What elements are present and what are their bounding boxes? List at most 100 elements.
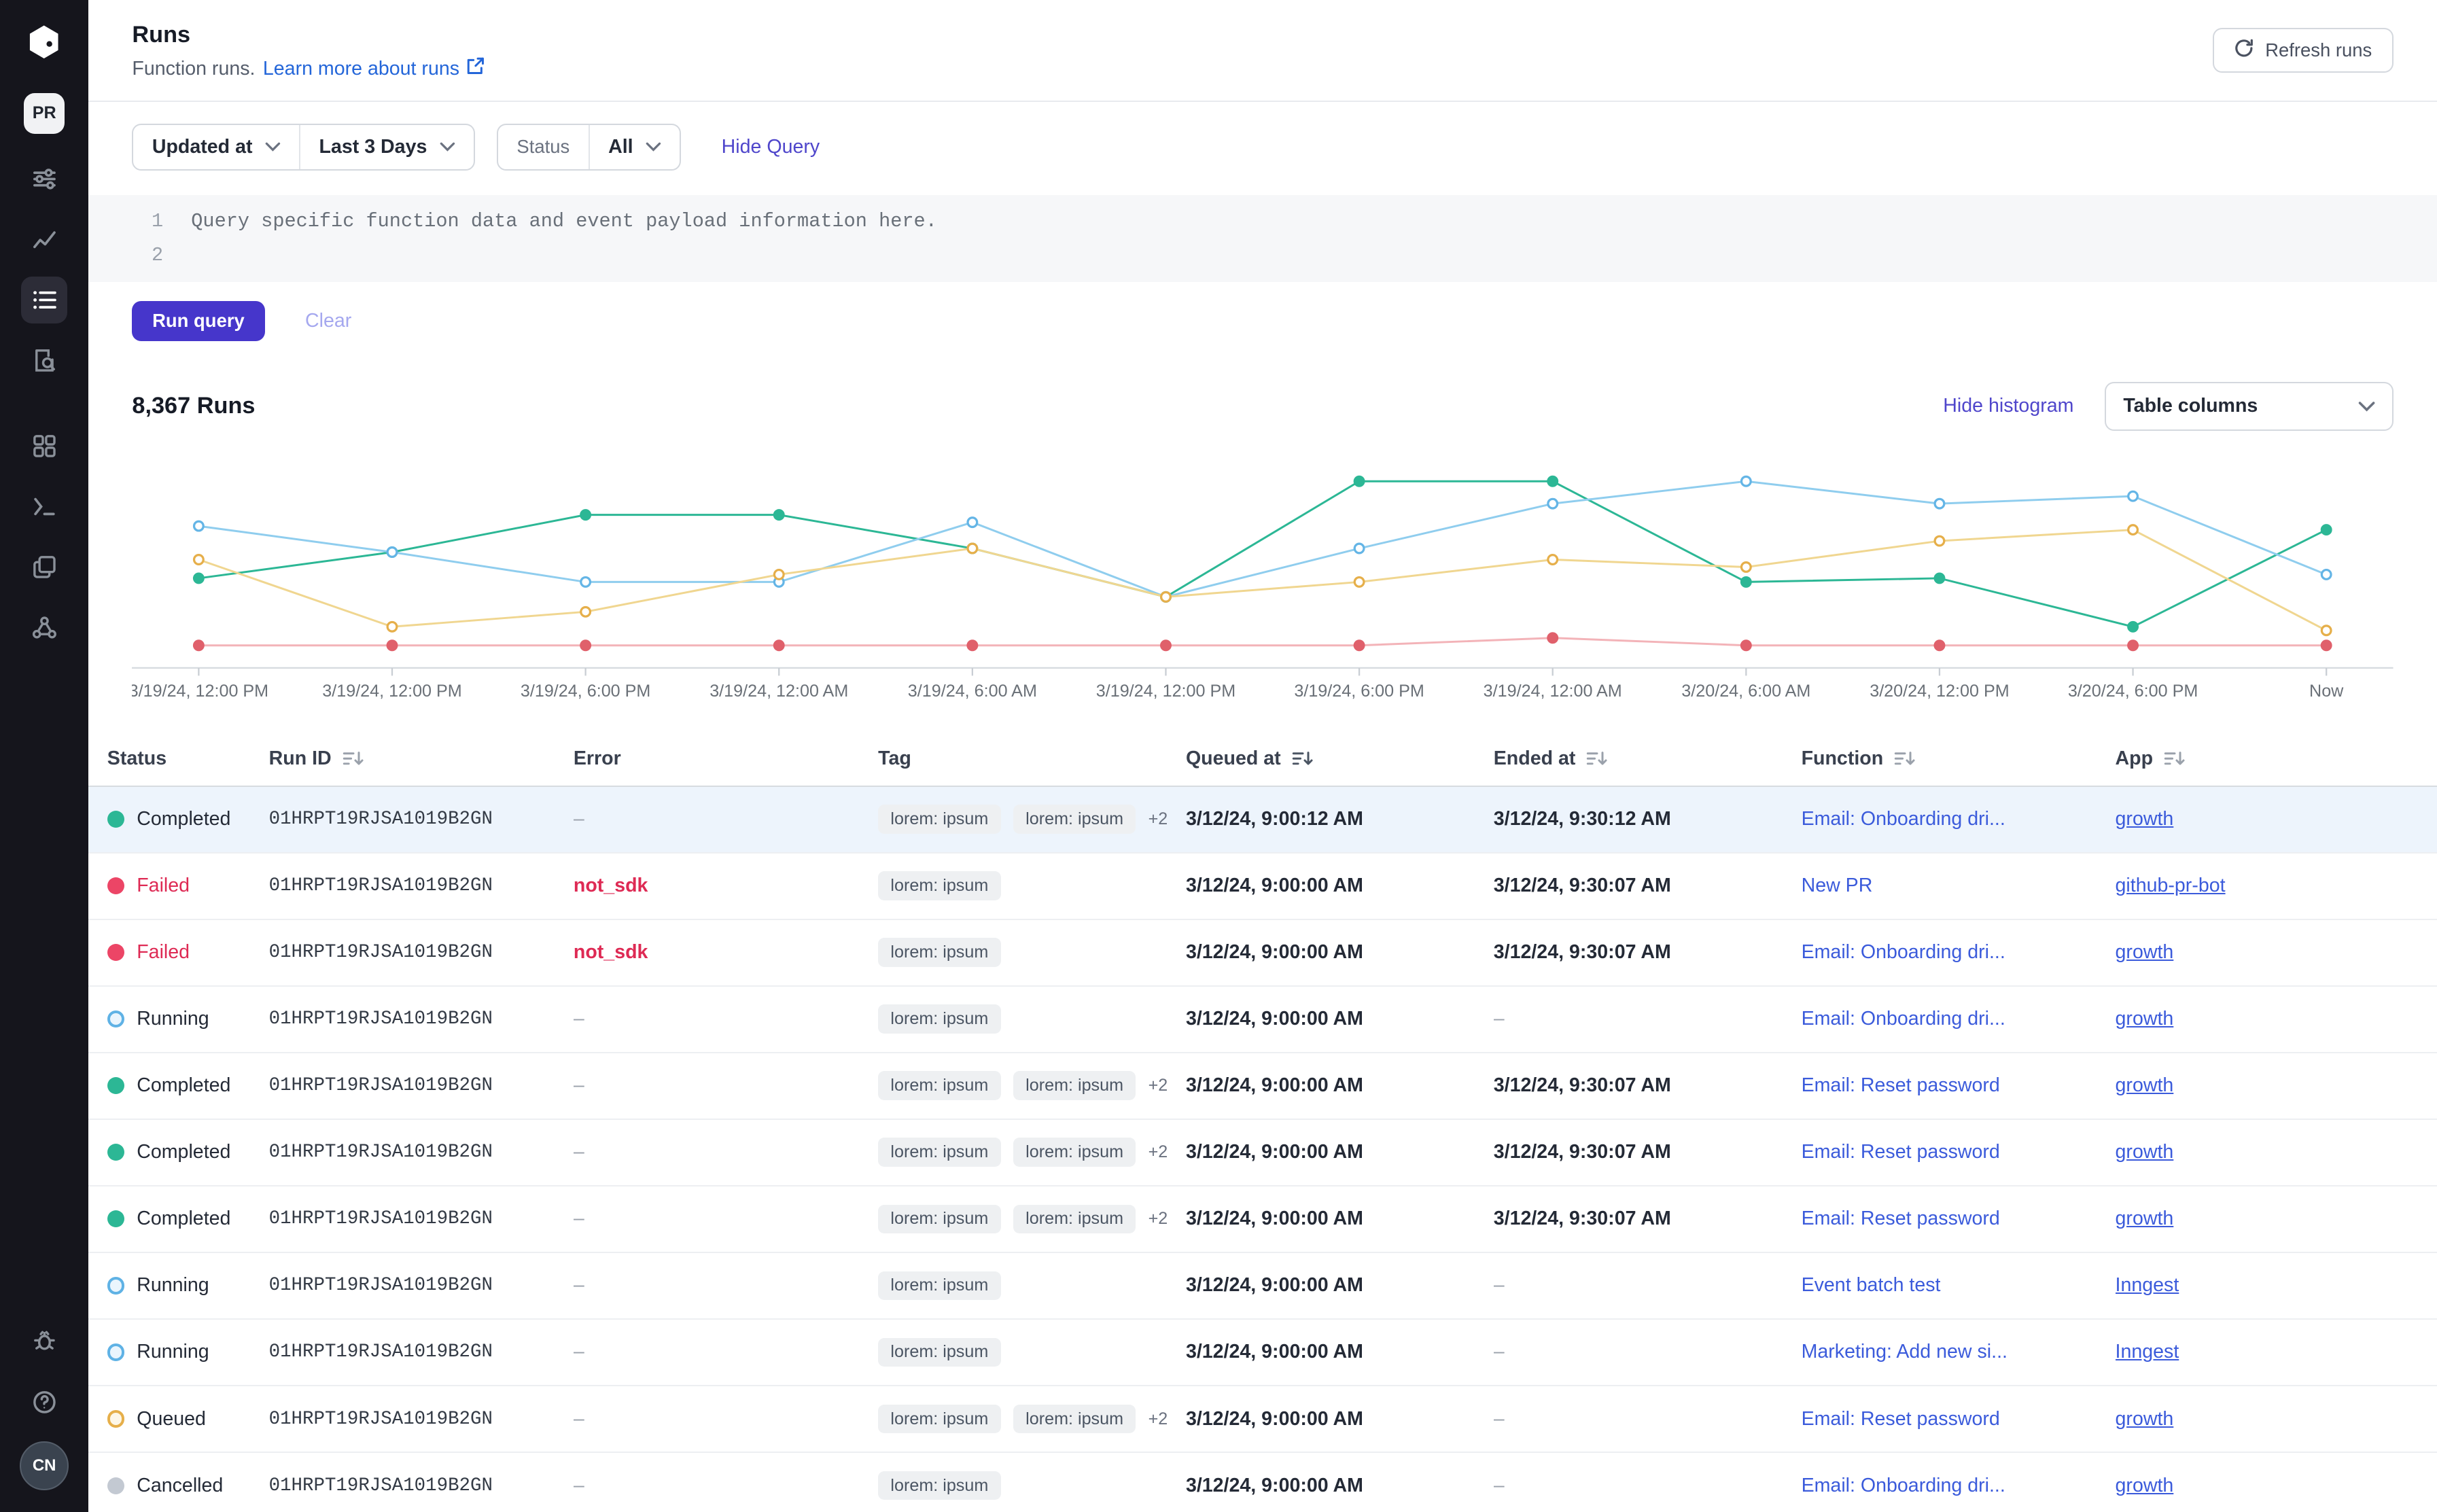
app-link[interactable]: github-pr-bot — [2116, 875, 2226, 897]
user-avatar[interactable]: CN — [20, 1441, 69, 1491]
table-header-row: StatusRun IDErrorTagQueued atEnded atFun… — [88, 733, 2437, 787]
app-link[interactable]: growth — [2116, 1408, 2174, 1430]
workspace-badge[interactable]: PR — [24, 93, 64, 133]
learn-more-label: Learn more about runs — [263, 58, 459, 80]
tag-pill: lorem: ipsum — [878, 938, 1000, 967]
bug-report-icon[interactable] — [21, 1317, 68, 1364]
query-editor[interactable]: 1 Query specific function data and event… — [88, 195, 2437, 282]
function-link[interactable]: Email: Onboarding dri... — [1802, 1475, 2005, 1497]
svg-text:3/20/24, 6:00 AM: 3/20/24, 6:00 AM — [1682, 682, 1811, 701]
app-cell: growth — [2116, 1408, 2437, 1430]
app-link[interactable]: growth — [2116, 1141, 2174, 1163]
sidebar-item-deploys[interactable] — [21, 544, 68, 591]
timerange-dropdown[interactable]: Last 3 Days — [299, 125, 474, 169]
status-dot-icon — [107, 1410, 124, 1427]
function-link[interactable]: Email: Reset password — [1802, 1141, 2000, 1163]
runs-table: StatusRun IDErrorTagQueued atEnded atFun… — [88, 733, 2437, 1512]
app-link[interactable]: growth — [2116, 808, 2174, 830]
inngest-logo-icon[interactable] — [21, 18, 68, 65]
error-cell: – — [574, 1008, 878, 1030]
function-link[interactable]: Event batch test — [1802, 1274, 1941, 1297]
table-row[interactable]: Completed01HRPT19RJSA1019B2GN–lorem: ips… — [88, 1053, 2437, 1120]
sidebar-item-runs[interactable] — [21, 277, 68, 323]
app-link[interactable]: growth — [2116, 1208, 2174, 1230]
help-icon[interactable] — [21, 1379, 68, 1426]
table-row[interactable]: Running 01HRPT19RJSA1019B2GN – lorem: ipsum… — [88, 1320, 2437, 1386]
refresh-runs-button[interactable]: Refresh runs — [2213, 28, 2394, 73]
timefield-dropdown[interactable]: Updated at — [133, 125, 299, 169]
ended-at-cell: 3/12/24, 9:30:07 AM — [1494, 1074, 1802, 1097]
status-dropdown[interactable]: All — [589, 125, 680, 169]
function-link[interactable]: Marketing: Add new si... — [1802, 1341, 2008, 1363]
status-label: Failed — [137, 875, 190, 897]
query-line-2: 2 — [88, 239, 2437, 272]
sidebar-item-events[interactable] — [21, 337, 68, 384]
sidebar-item-webhooks[interactable] — [21, 605, 68, 652]
status-cell: Completed — [107, 808, 269, 830]
sidebar-item-apps[interactable] — [21, 423, 68, 470]
sort-icon — [1586, 750, 1608, 768]
column-header[interactable]: Run ID — [269, 748, 574, 770]
run-query-button[interactable]: Run query — [132, 301, 264, 341]
table-row[interactable]: Completed01HRPT19RJSA1019B2GN–lorem: ips… — [88, 1186, 2437, 1253]
ended-at-cell: 3/12/24, 9:30:12 AM — [1494, 808, 1802, 830]
table-row[interactable]: Cancelled01HRPT19RJSA1019B2GN–lorem: ips… — [88, 1453, 2437, 1512]
status-label: Completed — [137, 1141, 230, 1163]
function-link[interactable]: Email: Reset password — [1802, 1074, 2000, 1097]
learn-more-link[interactable]: Learn more about runs — [263, 56, 486, 82]
tag-pill: lorem: ipsum — [878, 1138, 1000, 1167]
runs-count: 8,367 Runs — [132, 393, 255, 419]
table-columns-dropdown[interactable]: Table columns — [2105, 382, 2394, 432]
status-value: All — [608, 136, 633, 158]
column-header[interactable]: Ended at — [1494, 748, 1802, 770]
chevron-down-icon — [440, 142, 455, 152]
run-id-cell: 01HRPT19RJSA1019B2GN — [269, 809, 574, 830]
app-link[interactable]: Inngest — [2116, 1341, 2179, 1363]
table-row[interactable]: Completed01HRPT19RJSA1019B2GN–lorem: ips… — [88, 1120, 2437, 1186]
queued-at-cell: 3/12/24, 9:00:00 AM — [1186, 1008, 1494, 1030]
run-id-cell: 01HRPT19RJSA1019B2GN — [269, 1275, 574, 1296]
query-actions: Run query Clear — [88, 282, 2437, 341]
app-link[interactable]: growth — [2116, 1475, 2174, 1497]
app-link[interactable]: growth — [2116, 1008, 2174, 1030]
app-link[interactable]: growth — [2116, 941, 2174, 964]
sidebar-item-functions[interactable] — [21, 483, 68, 530]
queued-at-cell: 3/12/24, 9:00:00 AM — [1186, 1475, 1494, 1497]
table-row[interactable]: Queued01HRPT19RJSA1019B2GN–lorem: ipsuml… — [88, 1386, 2437, 1453]
function-link[interactable]: Email: Reset password — [1802, 1208, 2000, 1230]
app-link[interactable]: Inngest — [2116, 1274, 2179, 1297]
table-row[interactable]: Completed01HRPT19RJSA1019B2GN–lorem: ips… — [88, 787, 2437, 854]
column-header[interactable]: Queued at — [1186, 748, 1494, 770]
column-header[interactable]: Function — [1802, 748, 2116, 770]
ended-at-cell: – — [1494, 1341, 1802, 1363]
function-cell: Email: Onboarding dri... — [1802, 808, 2116, 830]
table-row[interactable]: Failed01HRPT19RJSA1019B2GNnot_sdklorem: … — [88, 920, 2437, 987]
function-link[interactable]: Email: Onboarding dri... — [1802, 808, 2005, 830]
tag-cell: lorem: ipsum — [878, 1338, 1186, 1367]
clear-query-button[interactable]: Clear — [296, 309, 361, 334]
table-row[interactable]: Failed01HRPT19RJSA1019B2GNnot_sdklorem: … — [88, 854, 2437, 920]
sort-icon — [2164, 750, 2186, 768]
column-header[interactable]: App — [2116, 748, 2437, 770]
function-link[interactable]: New PR — [1802, 875, 1873, 897]
sidebar-item-filters[interactable] — [21, 156, 68, 203]
run-id-cell: 01HRPT19RJSA1019B2GN — [269, 1341, 574, 1362]
status-label: Running — [137, 1341, 209, 1363]
error-cell: – — [574, 1475, 878, 1497]
status-filter-label: Status — [498, 125, 589, 169]
function-cell: Email: Onboarding dri... — [1802, 1008, 2116, 1030]
app-link[interactable]: growth — [2116, 1074, 2174, 1097]
run-id-cell: 01HRPT19RJSA1019B2GN — [269, 1409, 574, 1430]
function-link[interactable]: Email: Reset password — [1802, 1408, 2000, 1430]
sidebar-item-metrics[interactable] — [21, 216, 68, 263]
svg-text:3/19/24, 6:00 PM: 3/19/24, 6:00 PM — [1295, 682, 1424, 701]
function-link[interactable]: Email: Onboarding dri... — [1802, 941, 2005, 964]
hide-query-link[interactable]: Hide Query — [722, 136, 820, 158]
filter-bar: Updated at Last 3 Days Status All Hide Q… — [88, 102, 2437, 171]
table-row[interactable]: Running01HRPT19RJSA1019B2GN–lorem: ipsum… — [88, 987, 2437, 1053]
app-cell: growth — [2116, 1141, 2437, 1163]
table-row[interactable]: Running01HRPT19RJSA1019B2GN–lorem: ipsum… — [88, 1253, 2437, 1320]
function-link[interactable]: Email: Onboarding dri... — [1802, 1008, 2005, 1030]
hide-histogram-link[interactable]: Hide histogram — [1943, 395, 2073, 417]
status-cell: Running — [107, 1274, 269, 1297]
